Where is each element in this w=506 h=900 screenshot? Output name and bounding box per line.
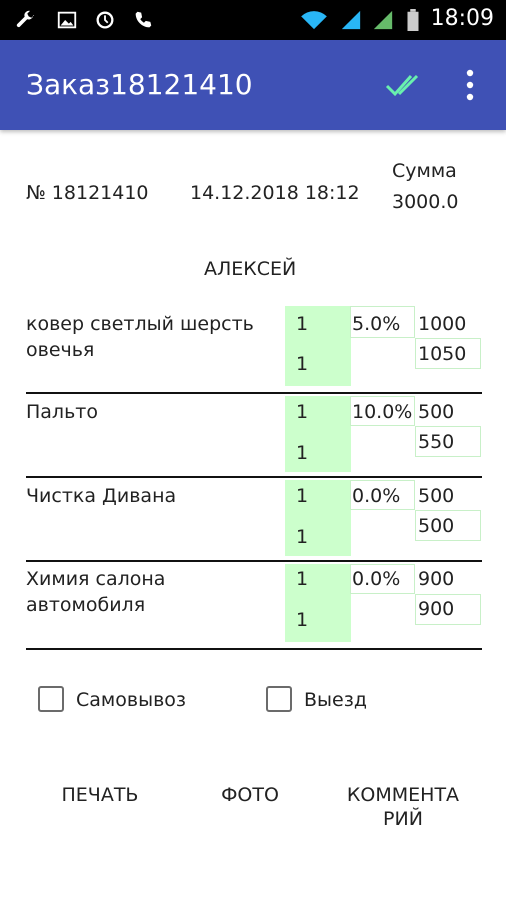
item-total: 500 <box>418 515 455 537</box>
qty-highlight <box>285 564 351 642</box>
comment-button-label: КОММЕНТА <box>346 784 460 806</box>
battery-icon <box>407 9 419 31</box>
image-icon <box>57 11 77 29</box>
item-total: 1050 <box>418 343 467 365</box>
comment-button-label-cont: РИЙ <box>383 808 423 830</box>
item-qty-2: 1 <box>296 442 309 464</box>
app-bar: Заказ18121410 <box>0 40 506 130</box>
phone-icon <box>135 11 152 28</box>
item-price: 1000 <box>418 313 467 335</box>
item-qty-2: 1 <box>296 609 309 631</box>
item-price: 500 <box>418 401 455 423</box>
clock: 18:09 <box>430 6 494 31</box>
pickup-checkbox[interactable] <box>38 686 64 712</box>
qty-highlight <box>285 306 351 386</box>
page-title: Заказ18121410 <box>26 68 253 101</box>
done-all-icon[interactable] <box>385 70 425 100</box>
wifi-icon <box>301 11 327 30</box>
visit-checkbox[interactable] <box>266 686 292 712</box>
photo-button-label: ФОТО <box>221 784 279 806</box>
print-button[interactable]: ПЕЧАТЬ <box>40 783 160 807</box>
row-divider <box>26 476 482 478</box>
signal-icon <box>373 10 393 30</box>
item-name: Химия салона <box>26 568 166 590</box>
item-qty: 1 <box>296 313 309 335</box>
customer-name: АЛЕКСЕЙ <box>204 258 297 280</box>
item-name-cont: автомобиля <box>26 594 146 616</box>
row-divider <box>26 648 482 650</box>
item-qty: 1 <box>296 485 309 507</box>
item-name: Чистка Дивана <box>26 485 177 507</box>
item-discount: 5.0% <box>352 313 401 335</box>
item-discount: 10.0% <box>352 401 413 423</box>
row-divider <box>26 560 482 562</box>
item-total: 900 <box>418 598 455 620</box>
item-qty: 1 <box>296 401 309 423</box>
item-name-cont: овечья <box>26 339 95 361</box>
item-discount: 0.0% <box>352 568 401 590</box>
item-name: ковер светлый шерсть <box>26 313 254 335</box>
qty-highlight <box>285 396 351 472</box>
row-divider <box>26 392 482 394</box>
item-price: 900 <box>418 568 455 590</box>
sum-value: 3000.0 <box>392 191 459 213</box>
visit-label: Выезд <box>304 689 367 711</box>
status-bar: 18:09 <box>0 0 506 40</box>
order-datetime: 14.12.2018 18:12 <box>190 182 360 204</box>
sum-label: Сумма <box>392 160 457 182</box>
photo-button[interactable]: ФОТО <box>200 783 300 807</box>
wrench-icon <box>16 10 35 28</box>
qty-highlight <box>285 480 351 556</box>
comment-button[interactable]: КОММЕНТА РИЙ <box>330 783 476 831</box>
more-vert-icon[interactable] <box>458 68 482 102</box>
sync-icon <box>96 11 114 29</box>
item-total: 550 <box>418 431 455 453</box>
item-qty: 1 <box>296 568 309 590</box>
item-name: Пальто <box>26 401 98 423</box>
item-price: 500 <box>418 485 455 507</box>
item-qty-2: 1 <box>296 353 309 375</box>
signal-icon <box>341 10 361 30</box>
pickup-label: Самовывоз <box>76 689 186 711</box>
item-discount: 0.0% <box>352 485 401 507</box>
print-button-label: ПЕЧАТЬ <box>61 784 139 806</box>
item-qty-2: 1 <box>296 526 309 548</box>
order-number: № 18121410 <box>26 182 149 204</box>
